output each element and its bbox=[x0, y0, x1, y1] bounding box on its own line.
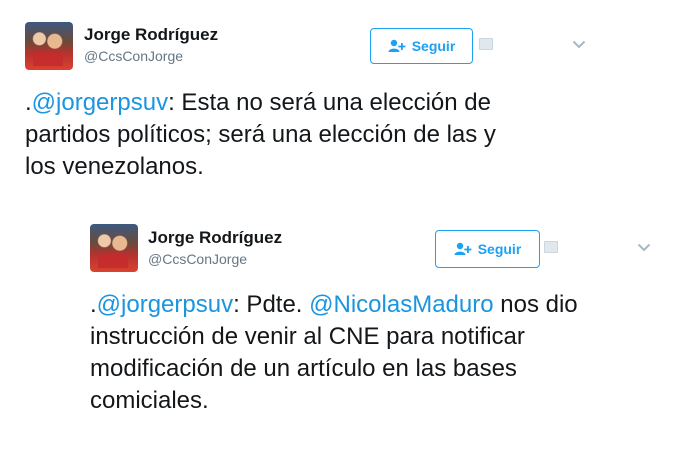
mention-link[interactable]: @jorgerpsuv bbox=[97, 291, 233, 318]
tweet-text: .@jorgerpsuv: Pdte. @NicolasMaduro nos d… bbox=[90, 289, 670, 417]
tweet-text-line-4: comiciales. bbox=[90, 387, 209, 414]
mention-link[interactable]: @NicolasMaduro bbox=[309, 291, 493, 318]
follow-button-label: Seguir bbox=[477, 241, 522, 257]
avatar[interactable] bbox=[90, 224, 138, 272]
author-handle[interactable]: @CcsConJorge bbox=[148, 251, 247, 267]
text-segment: : Pdte. bbox=[233, 291, 310, 318]
tweet-2: Jorge Rodríguez @CcsConJorge Seguir .@jo… bbox=[0, 0, 680, 453]
tweet-text-line-2: instrucción de venir al CNE para notific… bbox=[90, 323, 525, 350]
broken-image-icon bbox=[544, 241, 558, 253]
author-name[interactable]: Jorge Rodríguez bbox=[148, 228, 282, 248]
follow-button[interactable]: Seguir bbox=[435, 230, 540, 268]
chevron-down-icon[interactable] bbox=[637, 243, 651, 252]
text-prefix: . bbox=[90, 291, 97, 318]
tweet-text-line-1: .@jorgerpsuv: Pdte. @NicolasMaduro nos d… bbox=[90, 289, 670, 321]
text-segment: nos dio bbox=[493, 291, 578, 318]
tweet-text-line-3: modificación de un artículo en las bases bbox=[90, 355, 517, 382]
add-user-icon bbox=[454, 242, 472, 255]
